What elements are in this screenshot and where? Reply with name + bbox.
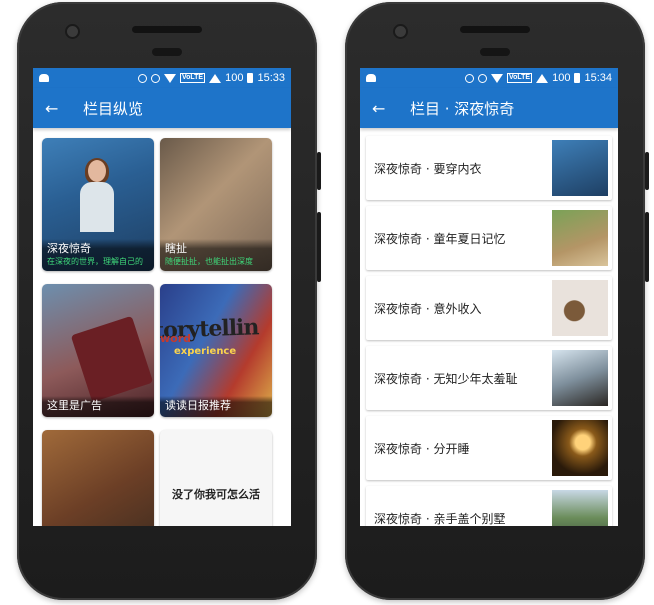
page-title: 栏目纵览	[83, 99, 144, 118]
volte-icon: VoLTE	[506, 73, 533, 83]
card-subtitle: 在深夜的世界，理解自己的	[47, 257, 143, 266]
passport-photo	[70, 315, 154, 403]
battery-level: 100	[552, 72, 571, 84]
power-button	[645, 152, 649, 190]
android-icon	[39, 74, 49, 82]
clock-icon	[150, 73, 160, 83]
list-item[interactable]: 深夜惊奇 · 亲手盖个别墅	[366, 486, 612, 526]
volte-icon: VoLTE	[179, 73, 206, 83]
left-phone: VoLTE 100 15:33 ← 栏目纵览 深夜惊奇 在深夜的世界，理解自己的…	[17, 2, 321, 600]
status-bar: VoLTE 100 15:33	[33, 68, 291, 88]
power-button	[317, 152, 321, 190]
page-title: 栏目 · 深夜惊奇	[410, 99, 515, 118]
status-time: 15:33	[257, 72, 285, 84]
column-card[interactable]: torytellin word experience 读读日报推荐	[160, 284, 272, 417]
wifi-icon	[163, 73, 176, 83]
list-item-thumbnail	[552, 210, 608, 266]
front-camera	[393, 24, 408, 39]
list-item[interactable]: 深夜惊奇 · 童年夏日记忆	[366, 206, 612, 270]
arrow-back-icon[interactable]: ←	[45, 99, 67, 118]
volume-button	[317, 212, 321, 282]
right-screen: VoLTE 100 15:34 ← 栏目 · 深夜惊奇 深夜惊奇 · 要穿内衣 …	[360, 68, 618, 526]
story-list: 深夜惊奇 · 要穿内衣 深夜惊奇 · 童年夏日记忆 深夜惊奇 · 意外收入 深夜…	[360, 128, 618, 526]
signal-icon	[209, 73, 222, 83]
front-camera	[65, 24, 80, 39]
experience-art-text: experience	[174, 346, 237, 357]
column-grid: 深夜惊奇 在深夜的世界，理解自己的 瞎扯 随便扯扯，也能扯出深度 这里是广告 t…	[33, 128, 291, 526]
list-item-title: 深夜惊奇 · 意外收入	[374, 301, 482, 316]
list-item-title: 深夜惊奇 · 分开睡	[374, 441, 470, 456]
proximity-sensor	[480, 48, 510, 56]
android-icon	[366, 74, 376, 82]
list-item[interactable]: 深夜惊奇 · 无知少年太羞耻	[366, 346, 612, 410]
column-card[interactable]: 这里是广告	[42, 284, 154, 417]
column-card[interactable]: 没了你我可怎么活	[160, 430, 272, 526]
column-card[interactable]	[42, 430, 154, 526]
status-bar: VoLTE 100 15:34	[360, 68, 618, 88]
card-subtitle: 随便扯扯，也能扯出深度	[165, 257, 253, 266]
card-title: 没了你我可怎么活	[172, 488, 260, 501]
card-title: 深夜惊奇	[47, 242, 91, 255]
card-title: 瞎扯	[165, 242, 187, 255]
app-bar: ← 栏目纵览	[33, 88, 291, 128]
battery-level: 100	[225, 72, 244, 84]
list-item-title: 深夜惊奇 · 童年夏日记忆	[374, 231, 506, 246]
card-title: 读读日报推荐	[165, 399, 231, 412]
arrow-back-icon[interactable]: ←	[372, 99, 394, 118]
alarm-icon	[137, 73, 147, 83]
earpiece-speaker	[460, 26, 530, 33]
app-bar: ← 栏目 · 深夜惊奇	[360, 88, 618, 128]
woman-photo	[80, 158, 114, 232]
left-screen: VoLTE 100 15:33 ← 栏目纵览 深夜惊奇 在深夜的世界，理解自己的…	[33, 68, 291, 526]
signal-icon	[536, 73, 549, 83]
proximity-sensor	[152, 48, 182, 56]
clock-icon	[477, 73, 487, 83]
list-item[interactable]: 深夜惊奇 · 意外收入	[366, 276, 612, 340]
list-item-thumbnail	[552, 350, 608, 406]
volume-button	[645, 212, 649, 282]
list-item-title: 深夜惊奇 · 亲手盖个别墅	[374, 511, 506, 526]
list-item[interactable]: 深夜惊奇 · 要穿内衣	[366, 136, 612, 200]
earpiece-speaker	[132, 26, 202, 33]
list-item-thumbnail	[552, 420, 608, 476]
word-art-text: word	[160, 332, 192, 345]
list-item-title: 深夜惊奇 · 无知少年太羞耻	[374, 371, 518, 386]
battery-icon	[247, 73, 254, 83]
column-card[interactable]: 瞎扯 随便扯扯，也能扯出深度	[160, 138, 272, 271]
list-item[interactable]: 深夜惊奇 · 分开睡	[366, 416, 612, 480]
battery-icon	[574, 73, 581, 83]
list-item-thumbnail	[552, 140, 608, 196]
list-item-title: 深夜惊奇 · 要穿内衣	[374, 161, 482, 176]
column-card[interactable]: 深夜惊奇 在深夜的世界，理解自己的	[42, 138, 154, 271]
alarm-icon	[464, 73, 474, 83]
right-phone: VoLTE 100 15:34 ← 栏目 · 深夜惊奇 深夜惊奇 · 要穿内衣 …	[345, 2, 649, 600]
wifi-icon	[490, 73, 503, 83]
list-item-thumbnail	[552, 280, 608, 336]
status-time: 15:34	[584, 72, 612, 84]
card-title: 这里是广告	[47, 399, 102, 412]
list-item-thumbnail	[552, 490, 608, 526]
